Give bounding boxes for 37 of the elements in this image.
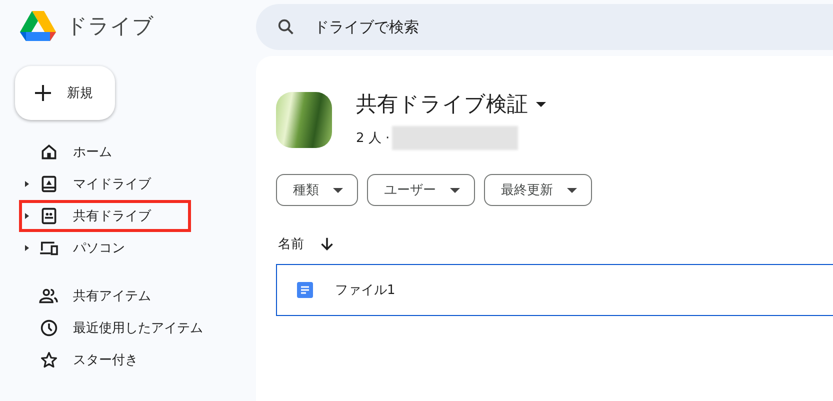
member-count: 2 人 · [356,130,390,147]
column-header[interactable]: 名前 [278,235,304,253]
app-title: ドライブ [66,13,154,40]
caret-icon[interactable] [25,213,29,219]
sort-arrow-icon[interactable] [320,237,334,251]
document-icon [297,282,313,298]
home-icon [39,143,59,161]
drive-title[interactable]: 共有ドライブ検証 [356,90,546,118]
sidebar-item[interactable]: ホーム [19,136,191,168]
drive-icon [39,175,59,193]
caret-icon [567,188,577,192]
drive-logo-icon [20,10,56,42]
sidebar-item[interactable]: 最近使用したアイテム [19,312,212,344]
caret-icon [333,188,343,192]
shared-drive-icon [39,207,59,225]
filter-chip[interactable]: ユーザー [367,174,475,206]
caret-icon[interactable] [25,181,29,187]
search-icon [276,17,296,37]
plus-icon [33,83,53,103]
people-icon [39,288,59,304]
dropdown-caret-icon [536,102,546,106]
search-field[interactable]: ドライブで検索 [256,4,833,50]
caret-icon[interactable] [25,245,29,251]
clock-icon [39,319,59,337]
computer-icon [39,240,59,256]
star-icon [39,351,59,369]
sidebar-item[interactable]: パソコン [19,232,191,264]
caret-icon [450,188,460,192]
filter-chip[interactable]: 種類 [276,174,358,206]
sidebar-item[interactable]: 共有アイテム [19,280,191,312]
new-button[interactable]: 新規 [15,66,115,120]
sidebar-item[interactable]: 共有ドライブ [19,200,191,232]
photo-placeholder [276,92,332,148]
sidebar-item[interactable]: マイドライブ [19,168,191,200]
sidebar-item[interactable]: スター付き [19,344,191,376]
file-row[interactable]: ファイル1 [276,264,833,316]
filter-chip[interactable]: 最終更新 [484,174,592,206]
